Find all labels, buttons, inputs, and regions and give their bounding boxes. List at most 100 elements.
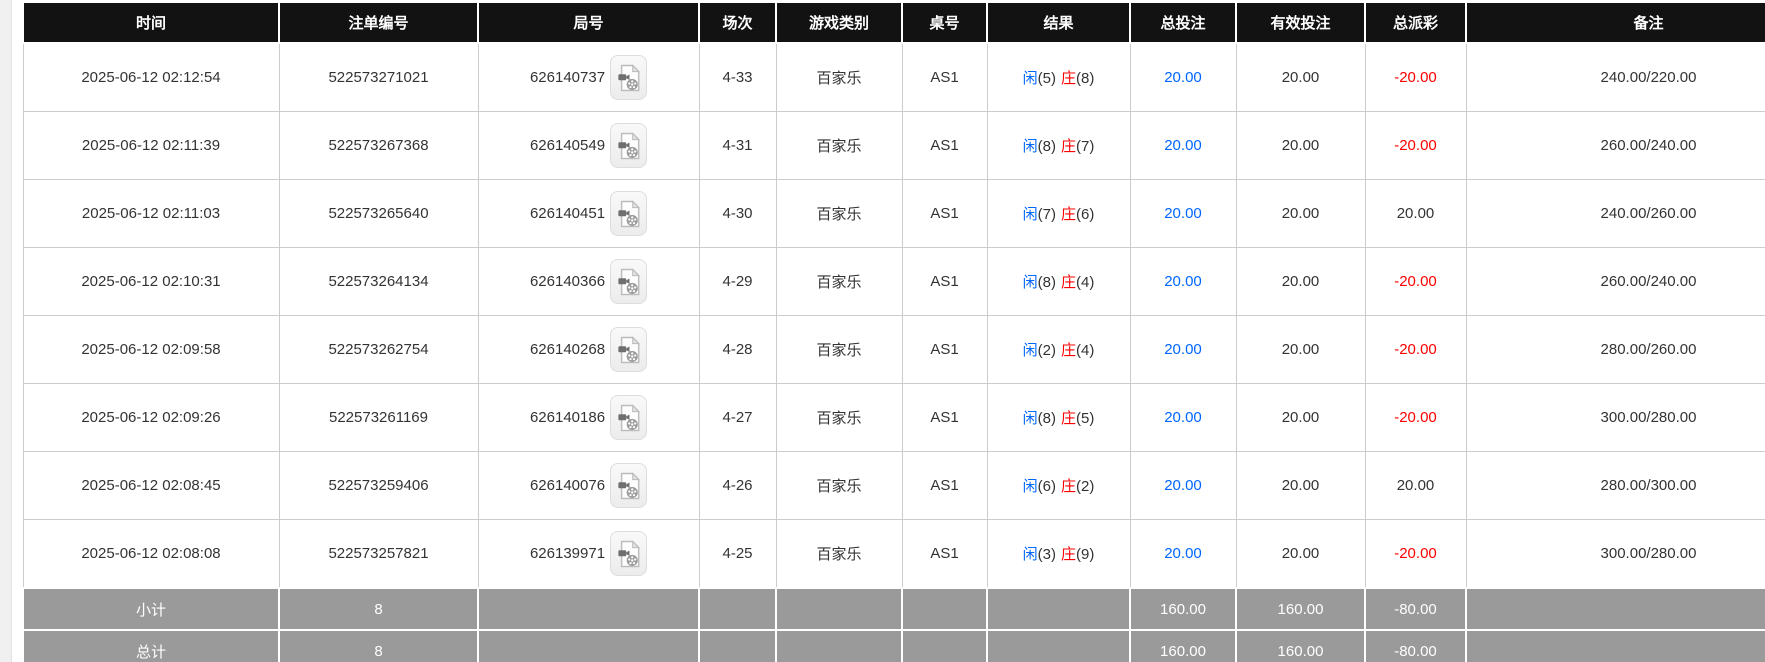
footer-total_payout: -80.00 — [1365, 588, 1466, 630]
banker-result-label: 庄 — [1061, 206, 1076, 223]
cell-time: 2025-06-12 02:12:54 — [23, 43, 279, 112]
video-replay-button[interactable] — [610, 531, 647, 576]
video-file-icon — [617, 268, 641, 296]
cell-round_id: 626140186 — [478, 384, 699, 452]
banker-result-label: 庄 — [1061, 274, 1076, 291]
cell-remark: 260.00/240.00 — [1466, 248, 1765, 316]
table-row: 2025-06-12 02:11:39522573267368626140549… — [23, 112, 1765, 180]
banker-result-score: (8) — [1076, 70, 1094, 87]
cell-total_bet: 20.00 — [1130, 452, 1236, 520]
cell-bet_id: 522573265640 — [279, 180, 478, 248]
cell-valid_bet: 20.00 — [1236, 248, 1365, 316]
table-row: 2025-06-12 02:08:08522573257821626139971… — [23, 520, 1765, 589]
cell-bet_id: 522573267368 — [279, 112, 478, 180]
cell-result: 闲(7)庄(6) — [987, 180, 1130, 248]
cell-total_bet: 20.00 — [1130, 520, 1236, 589]
cell-bet_id: 522573264134 — [279, 248, 478, 316]
round-id-text: 626140268 — [530, 341, 605, 358]
video-replay-button[interactable] — [610, 259, 647, 304]
footer-empty-cell — [776, 588, 902, 630]
cell-round_id: 626140366 — [478, 248, 699, 316]
cell-total_bet: 20.00 — [1130, 384, 1236, 452]
grand-total-row: 总计8160.00160.00-80.00 — [23, 630, 1765, 662]
cell-table_no: AS1 — [902, 43, 987, 112]
cell-game_type: 百家乐 — [776, 248, 902, 316]
cell-total_payout: -20.00 — [1365, 316, 1466, 384]
footer-valid_bet: 160.00 — [1236, 588, 1365, 630]
footer-total_payout: -80.00 — [1365, 630, 1466, 662]
cell-result: 闲(2)庄(4) — [987, 316, 1130, 384]
table-row: 2025-06-12 02:09:26522573261169626140186… — [23, 384, 1765, 452]
cell-round_id: 626140737 — [478, 43, 699, 112]
col-header-time: 时间 — [23, 3, 279, 43]
cell-valid_bet: 20.00 — [1236, 452, 1365, 520]
player-result-score: (8) — [1038, 274, 1056, 291]
cell-session: 4-25 — [699, 520, 776, 589]
cell-valid_bet: 20.00 — [1236, 520, 1365, 589]
cell-total_bet: 20.00 — [1130, 316, 1236, 384]
video-file-icon — [617, 472, 641, 500]
cell-round_id: 626140451 — [478, 180, 699, 248]
footer-label: 小计 — [23, 588, 279, 630]
footer-total_bet: 160.00 — [1130, 630, 1236, 662]
footer-count: 8 — [279, 630, 478, 662]
cell-time: 2025-06-12 02:11:39 — [23, 112, 279, 180]
col-header-remark: 备注 — [1466, 3, 1765, 43]
table-row: 2025-06-12 02:08:45522573259406626140076… — [23, 452, 1765, 520]
video-replay-button[interactable] — [610, 123, 647, 168]
footer-empty-cell — [699, 630, 776, 662]
cell-game_type: 百家乐 — [776, 43, 902, 112]
cell-valid_bet: 20.00 — [1236, 112, 1365, 180]
cell-total_payout: -20.00 — [1365, 520, 1466, 589]
video-replay-button[interactable] — [610, 395, 647, 440]
banker-result-score: (4) — [1076, 274, 1094, 291]
footer-empty-cell — [478, 630, 699, 662]
cell-game_type: 百家乐 — [776, 112, 902, 180]
player-result-label: 闲 — [1023, 410, 1038, 427]
player-result-score: (7) — [1038, 206, 1056, 223]
banker-result-label: 庄 — [1061, 342, 1076, 359]
cell-game_type: 百家乐 — [776, 180, 902, 248]
col-header-result: 结果 — [987, 3, 1130, 43]
table-row: 2025-06-12 02:10:31522573264134626140366… — [23, 248, 1765, 316]
table-row: 2025-06-12 02:11:03522573265640626140451… — [23, 180, 1765, 248]
cell-table_no: AS1 — [902, 520, 987, 589]
cell-session: 4-31 — [699, 112, 776, 180]
cell-remark: 240.00/220.00 — [1466, 43, 1765, 112]
cell-game_type: 百家乐 — [776, 452, 902, 520]
bet-records-table: 时间注单编号局号场次游戏类别桌号结果总投注有效投注总派彩备注 2025-06-1… — [22, 3, 1765, 662]
cell-game_type: 百家乐 — [776, 384, 902, 452]
footer-total_bet: 160.00 — [1130, 588, 1236, 630]
footer-valid_bet: 160.00 — [1236, 630, 1365, 662]
video-replay-button[interactable] — [610, 191, 647, 236]
video-replay-button[interactable] — [610, 55, 647, 100]
col-header-game_type: 游戏类别 — [776, 3, 902, 43]
cell-bet_id: 522573257821 — [279, 520, 478, 589]
footer-empty-cell — [902, 588, 987, 630]
cell-bet_id: 522573259406 — [279, 452, 478, 520]
cell-total_bet: 20.00 — [1130, 248, 1236, 316]
video-file-icon — [617, 404, 641, 432]
cell-valid_bet: 20.00 — [1236, 43, 1365, 112]
footer-empty-cell — [776, 630, 902, 662]
table-row: 2025-06-12 02:12:54522573271021626140737… — [23, 43, 1765, 112]
footer-empty-cell — [1466, 630, 1765, 662]
video-replay-button[interactable] — [610, 327, 647, 372]
cell-table_no: AS1 — [902, 180, 987, 248]
cell-session: 4-28 — [699, 316, 776, 384]
cell-valid_bet: 20.00 — [1236, 384, 1365, 452]
footer-empty-cell — [1466, 588, 1765, 630]
cell-result: 闲(8)庄(4) — [987, 248, 1130, 316]
player-result-score: (8) — [1038, 138, 1056, 155]
cell-round_id: 626139971 — [478, 520, 699, 589]
video-file-icon — [617, 132, 641, 160]
round-id-text: 626140366 — [530, 273, 605, 290]
col-header-bet_id: 注单编号 — [279, 3, 478, 43]
video-replay-button[interactable] — [610, 463, 647, 508]
banker-result-score: (7) — [1076, 138, 1094, 155]
cell-total_payout: -20.00 — [1365, 112, 1466, 180]
col-header-round_id: 局号 — [478, 3, 699, 43]
cell-table_no: AS1 — [902, 384, 987, 452]
player-result-score: (5) — [1038, 70, 1056, 87]
banker-result-label: 庄 — [1061, 410, 1076, 427]
